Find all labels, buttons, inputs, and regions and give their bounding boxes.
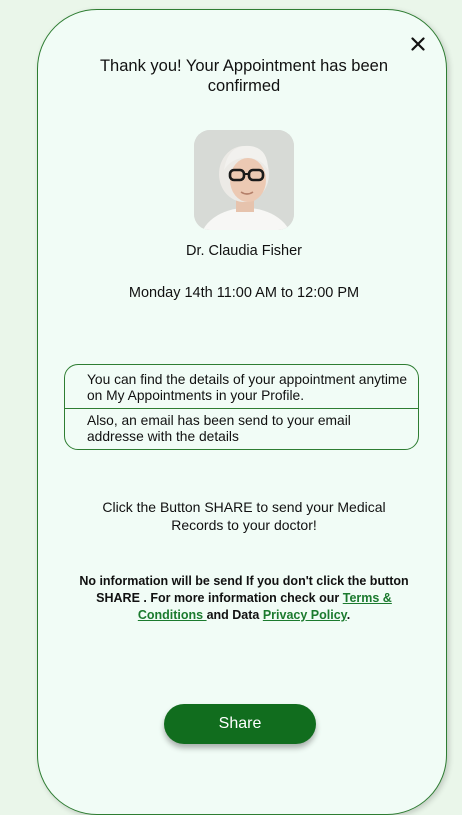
info-appointment-details: You can find the details of your appoint… <box>65 365 418 409</box>
privacy-policy-link[interactable]: Privacy Policy <box>263 608 347 622</box>
doctor-name: Dr. Claudia Fisher <box>185 243 303 259</box>
share-prompt: Click the Button SHARE to send your Medi… <box>102 499 386 533</box>
dialog-title: Thank you! Your Appointment has been con… <box>99 57 389 95</box>
disclaimer-middle-text: and Data <box>206 608 263 622</box>
share-button[interactable]: Share <box>164 704 316 744</box>
info-email-notice: Also, an email has been send to your ema… <box>87 413 351 444</box>
privacy-disclaimer: No information will be send If you don't… <box>66 573 422 624</box>
close-icon <box>411 37 425 51</box>
doctor-avatar <box>194 130 294 230</box>
info-box: You can find the details of your appoint… <box>64 364 419 450</box>
disclaimer-end-text: . <box>346 608 351 622</box>
close-button[interactable] <box>405 31 431 57</box>
appointment-time: Monday 14th 11:00 AM to 12:00 PM <box>128 285 360 301</box>
doctor-photo-icon <box>194 130 294 230</box>
